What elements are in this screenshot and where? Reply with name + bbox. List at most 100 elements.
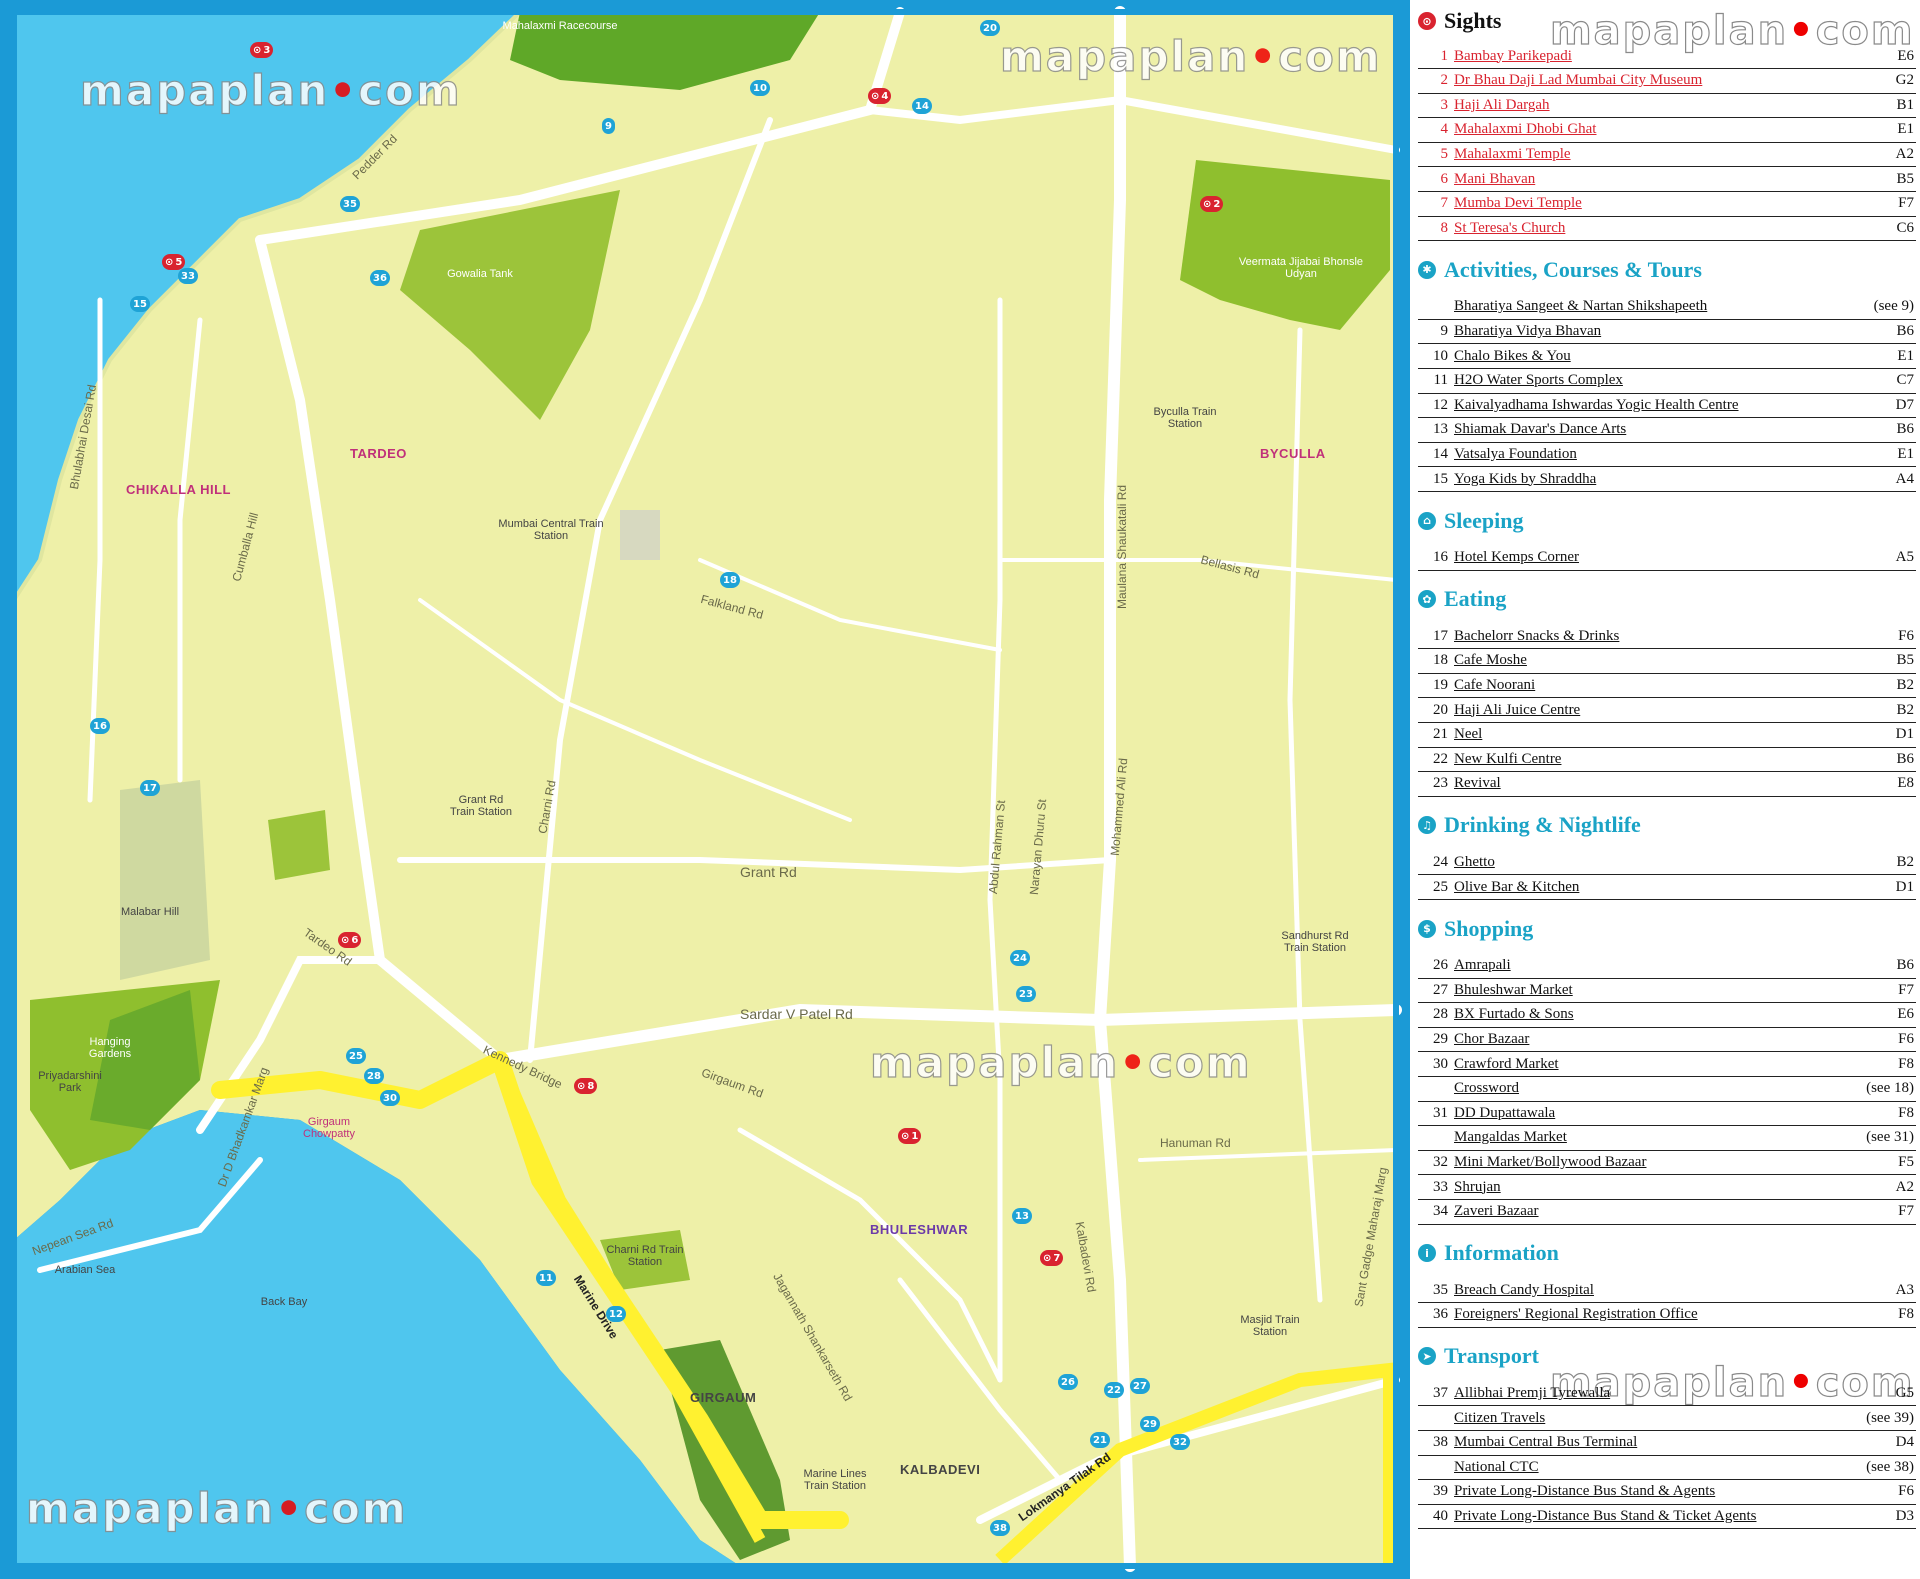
legend-row[interactable]: 11 H2O Water Sports Complex C7 <box>1418 369 1916 394</box>
legend-row-name[interactable]: Vatsalya Foundation <box>1454 446 1897 463</box>
sight-marker[interactable]: ⊙ 1 <box>898 1128 922 1144</box>
legend-row-name[interactable]: H2O Water Sports Complex <box>1454 372 1896 389</box>
legend-row-name[interactable]: Mumba Devi Temple <box>1454 195 1898 212</box>
legend-row[interactable]: 22 New Kulfi Centre B6 <box>1418 747 1916 773</box>
poi-marker[interactable]: 32 <box>1170 1434 1190 1450</box>
legend-row[interactable]: 30 Crawford Market F8 <box>1418 1052 1916 1077</box>
legend-row[interactable]: 26 Amrapali B6 <box>1418 954 1916 979</box>
legend-row[interactable]: 38 Mumbai Central Bus Terminal D4 <box>1418 1431 1916 1456</box>
legend-row[interactable]: 19 Cafe Noorani B2 <box>1418 673 1916 699</box>
legend-row[interactable]: 37 Allibhai Premji Tyrewalla G5 <box>1418 1381 1916 1407</box>
poi-marker[interactable]: 26 <box>1058 1374 1078 1390</box>
poi-marker[interactable]: 9 <box>602 118 615 134</box>
poi-marker[interactable]: 11 <box>536 1270 556 1286</box>
legend-row-name[interactable]: Yoga Kids by Shraddha <box>1454 471 1896 488</box>
legend-row[interactable]: 21 Neel D1 <box>1418 723 1916 748</box>
legend-row[interactable]: 27 Bhuleshwar Market F7 <box>1418 978 1916 1004</box>
legend-row[interactable]: National CTC (see 38) <box>1418 1455 1916 1481</box>
sight-marker[interactable]: ⊙ 4 <box>868 88 892 104</box>
poi-marker[interactable]: 24 <box>1010 950 1030 966</box>
sight-marker[interactable]: ⊙ 8 <box>574 1078 598 1094</box>
legend-row-name[interactable]: Cafe Moshe <box>1454 652 1896 669</box>
legend-row[interactable]: 25 Olive Bar & Kitchen D1 <box>1418 875 1916 900</box>
legend-row[interactable]: 23 Revival E8 <box>1418 772 1916 797</box>
legend-row-name[interactable]: Mahalaxmi Dhobi Ghat <box>1454 121 1897 138</box>
legend-row-name[interactable]: Breach Candy Hospital <box>1454 1282 1896 1299</box>
poi-marker[interactable]: 30 <box>380 1090 400 1106</box>
legend-row-name[interactable]: Kaivalyadhama Ishwardas Yogic Health Cen… <box>1454 397 1896 414</box>
legend-row-name[interactable]: Mini Market/Bollywood Bazaar <box>1454 1154 1898 1171</box>
poi-marker[interactable]: 33 <box>178 268 198 284</box>
poi-marker[interactable]: 22 <box>1104 1382 1124 1398</box>
legend-row[interactable]: Crossword (see 18) <box>1418 1077 1916 1102</box>
legend-row[interactable]: 28 BX Furtado & Sons E6 <box>1418 1003 1916 1028</box>
legend-row-name[interactable]: Bambay Parikepadi <box>1454 48 1897 65</box>
legend-row-name[interactable]: Citizen Travels <box>1454 1410 1866 1427</box>
legend-row[interactable]: 7 Mumba Devi Temple F7 <box>1418 192 1916 217</box>
legend-row-name[interactable]: Shrujan <box>1454 1179 1896 1196</box>
poi-marker[interactable]: 21 <box>1090 1432 1110 1448</box>
legend-row-name[interactable]: Crawford Market <box>1454 1056 1898 1073</box>
legend-row[interactable]: 17 Bachelorr Snacks & Drinks F6 <box>1418 624 1916 650</box>
legend-row-name[interactable]: Hotel Kemps Corner <box>1454 549 1896 566</box>
legend-row-name[interactable]: Mahalaxmi Temple <box>1454 146 1896 163</box>
legend-row-name[interactable]: Cafe Noorani <box>1454 677 1896 694</box>
legend-row[interactable]: 3 Haji Ali Dargah B1 <box>1418 93 1916 119</box>
city-map[interactable]: mapaplan•com mapaplan•com mapaplan•com m… <box>0 0 1410 1579</box>
legend-row-name[interactable]: Ghetto <box>1454 854 1896 871</box>
legend-row-name[interactable]: St Teresa's Church <box>1454 220 1896 237</box>
legend-row[interactable]: 5 Mahalaxmi Temple A2 <box>1418 142 1916 168</box>
poi-marker[interactable]: 15 <box>130 296 150 312</box>
sight-marker[interactable]: ⊙ 7 <box>1040 1250 1064 1266</box>
legend-row[interactable]: 33 Shrujan A2 <box>1418 1175 1916 1200</box>
poi-marker[interactable]: 29 <box>1140 1416 1160 1432</box>
legend-row[interactable]: 20 Haji Ali Juice Centre B2 <box>1418 698 1916 723</box>
legend-row-name[interactable]: Private Long-Distance Bus Stand & Agents <box>1454 1483 1898 1500</box>
legend-row-name[interactable]: New Kulfi Centre <box>1454 751 1896 768</box>
legend-row-name[interactable]: Neel <box>1454 726 1896 743</box>
legend-row-name[interactable]: Shiamak Davar's Dance Arts <box>1454 421 1896 438</box>
legend-row[interactable]: 36 Foreigners' Regional Registration Offi… <box>1418 1303 1916 1328</box>
poi-marker[interactable]: 14 <box>912 98 932 114</box>
legend-row-name[interactable]: Dr Bhau Daji Lad Mumbai City Museum <box>1454 72 1896 89</box>
legend-row[interactable]: Bharatiya Sangeet & Nartan Shikshapeeth(… <box>1418 295 1916 320</box>
legend-row-name[interactable]: Bharatiya Sangeet & Nartan Shikshapeeth <box>1454 298 1874 315</box>
poi-marker[interactable]: 23 <box>1016 986 1036 1002</box>
poi-marker[interactable]: 18 <box>720 572 740 588</box>
legend-row[interactable]: 18 Cafe Moshe B5 <box>1418 649 1916 674</box>
poi-marker[interactable]: 36 <box>370 270 390 286</box>
legend-row-name[interactable]: Foreigners' Regional Registration Office <box>1454 1306 1898 1323</box>
legend-row[interactable]: Mangaldas Market (see 31) <box>1418 1126 1916 1151</box>
legend-row[interactable]: 9 Bharatiya Vidya Bhavan B6 <box>1418 319 1916 345</box>
legend-row[interactable]: 2 Dr Bhau Daji Lad Mumbai City Museum G2 <box>1418 69 1916 94</box>
poi-marker[interactable]: 12 <box>606 1306 626 1322</box>
legend-row-name[interactable]: Chor Bazaar <box>1454 1031 1898 1048</box>
legend-row-name[interactable]: National CTC <box>1454 1459 1866 1476</box>
legend-row[interactable]: 14 Vatsalya Foundation E1 <box>1418 442 1916 468</box>
legend-row[interactable]: 39 Private Long-Distance Bus Stand & Agen… <box>1418 1480 1916 1505</box>
legend-row[interactable]: 8 St Teresa's Church C6 <box>1418 216 1916 242</box>
legend-row-name[interactable]: Amrapali <box>1454 957 1896 974</box>
legend-row-name[interactable]: BX Furtado & Sons <box>1454 1006 1897 1023</box>
legend-row-name[interactable]: Crossword <box>1454 1080 1866 1097</box>
legend-row[interactable]: 12 Kaivalyadhama Ishwardas Yogic Health C… <box>1418 393 1916 419</box>
legend-row-name[interactable]: Haji Ali Juice Centre <box>1454 702 1896 719</box>
sight-marker[interactable]: ⊙ 6 <box>338 932 362 948</box>
legend-row-name[interactable]: Olive Bar & Kitchen <box>1454 879 1896 896</box>
poi-marker[interactable]: 16 <box>90 718 110 734</box>
legend-row-name[interactable]: Zaveri Bazaar <box>1454 1203 1898 1220</box>
legend-row[interactable]: Citizen Travels (see 39) <box>1418 1406 1916 1431</box>
sight-marker[interactable]: ⊙ 2 <box>1200 196 1224 212</box>
legend-row[interactable]: 15 Yoga Kids by Shraddha A4 <box>1418 467 1916 492</box>
legend-row-name[interactable]: Bhuleshwar Market <box>1454 982 1898 999</box>
legend-row[interactable]: 34 Zaveri Bazaar F7 <box>1418 1200 1916 1225</box>
legend-row-name[interactable]: Bachelorr Snacks & Drinks <box>1454 628 1898 645</box>
legend-row[interactable]: 31 DD Dupattawala F8 <box>1418 1101 1916 1127</box>
legend-row[interactable]: 1 Bambay Parikepadi E6 <box>1418 44 1916 69</box>
legend-row-name[interactable]: Mangaldas Market <box>1454 1129 1866 1146</box>
poi-marker[interactable]: 35 <box>340 196 360 212</box>
legend-row[interactable]: 29 Chor Bazaar F6 <box>1418 1027 1916 1053</box>
legend-row[interactable]: 4 Mahalaxmi Dhobi Ghat E1 <box>1418 118 1916 143</box>
poi-marker[interactable]: 38 <box>990 1520 1010 1536</box>
legend-row[interactable]: 35 Breach Candy Hospital A3 <box>1418 1278 1916 1304</box>
